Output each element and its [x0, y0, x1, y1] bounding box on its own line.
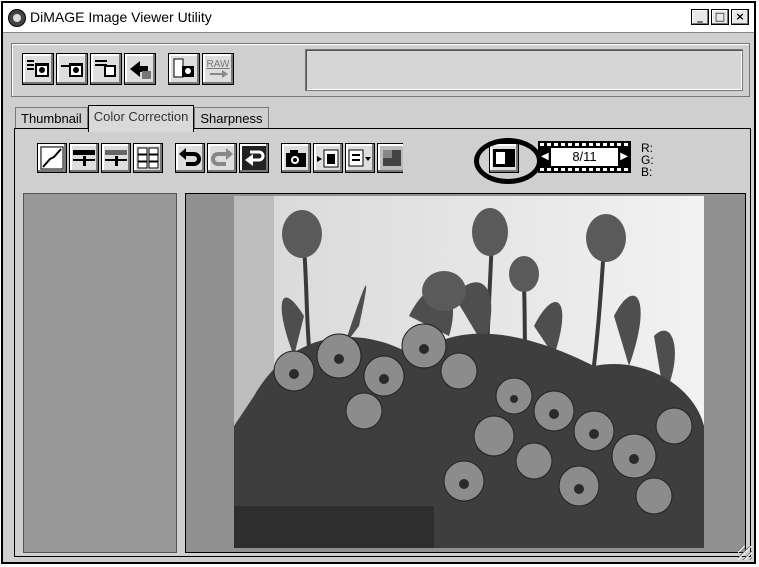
load-correction-dropdown[interactable] — [345, 143, 375, 173]
flower-photo[interactable] — [234, 196, 704, 548]
app-window: DiMAGE Image Viewer Utility _ □ × RAW Th… — [1, 1, 756, 564]
halftone-icon — [383, 150, 401, 166]
flower-photo-image — [234, 196, 704, 548]
tab-sharpness[interactable]: Sharpness — [194, 107, 269, 130]
curve-icon — [40, 146, 64, 170]
redo-button[interactable] — [207, 143, 237, 173]
prev-frame-icon[interactable]: ◀ — [541, 151, 549, 162]
transfer-icon — [130, 61, 151, 79]
resize-grip[interactable] — [738, 546, 752, 560]
window-title: DiMAGE Image Viewer Utility — [30, 9, 212, 25]
main-toolbar: RAW — [11, 43, 750, 97]
reset-icon — [245, 150, 265, 166]
color-slider-icon — [105, 150, 127, 166]
spacer — [403, 143, 425, 173]
frame-navigator: ◀ 8/11 ▶ — [538, 141, 631, 173]
download-camera-icon — [27, 60, 49, 77]
image-preview-frame — [185, 193, 746, 553]
close-button[interactable]: × — [731, 9, 749, 25]
maximize-button[interactable]: □ — [711, 9, 729, 25]
film-perforation — [540, 168, 629, 171]
raw-button[interactable]: RAW — [202, 53, 234, 85]
window-controls: _ □ × — [691, 9, 749, 25]
raw-label: RAW — [206, 59, 230, 70]
grid-icon — [137, 147, 159, 169]
minimize-button[interactable]: _ — [691, 9, 709, 25]
highlight-ring — [474, 138, 542, 184]
title-bar[interactable]: DiMAGE Image Viewer Utility _ □ × — [3, 3, 754, 33]
tab-thumbnail[interactable]: Thumbnail — [15, 107, 88, 130]
info-display — [305, 49, 743, 91]
histogram-pane — [23, 193, 177, 553]
color-balance-button[interactable] — [101, 143, 131, 173]
next-frame-icon[interactable]: ▶ — [620, 151, 628, 162]
arrow-right-icon — [210, 70, 228, 78]
brightness-contrast-button[interactable] — [69, 143, 99, 173]
camera-page-icon — [173, 58, 194, 78]
tone-curve-button[interactable] — [37, 143, 67, 173]
film-perforation — [540, 143, 629, 146]
transfer-button[interactable] — [124, 53, 156, 85]
download-image-button[interactable] — [22, 53, 54, 85]
undo-icon — [179, 148, 201, 166]
camera-settings-button[interactable] — [168, 53, 200, 85]
reset-button[interactable] — [239, 143, 269, 173]
redo-icon — [211, 148, 233, 166]
download-selected-button[interactable] — [90, 53, 122, 85]
camera-icon — [286, 150, 306, 167]
variation-button[interactable] — [133, 143, 163, 173]
save-file-icon — [317, 149, 339, 168]
list-dropdown-icon — [348, 149, 371, 167]
camera-lens-icon[interactable] — [8, 9, 26, 27]
blue-label: B: — [641, 165, 653, 179]
tab-bar: Thumbnail Color Correction Sharpness — [15, 105, 269, 132]
rgb-readout: R: G: B: — [641, 142, 654, 178]
color-correction-panel: ◀ 8/11 ▶ R: G: B: — [14, 128, 751, 557]
document-stack-icon — [95, 60, 116, 77]
download-all-button[interactable] — [56, 53, 88, 85]
undo-button[interactable] — [175, 143, 205, 173]
tab-color-correction[interactable]: Color Correction — [87, 105, 195, 132]
camera-arrow-icon — [61, 63, 83, 77]
save-correction-button[interactable] — [313, 143, 343, 173]
camera-profile-button[interactable] — [281, 143, 311, 173]
slider-icon — [73, 150, 95, 166]
frame-counter: 8/11 — [551, 148, 618, 166]
